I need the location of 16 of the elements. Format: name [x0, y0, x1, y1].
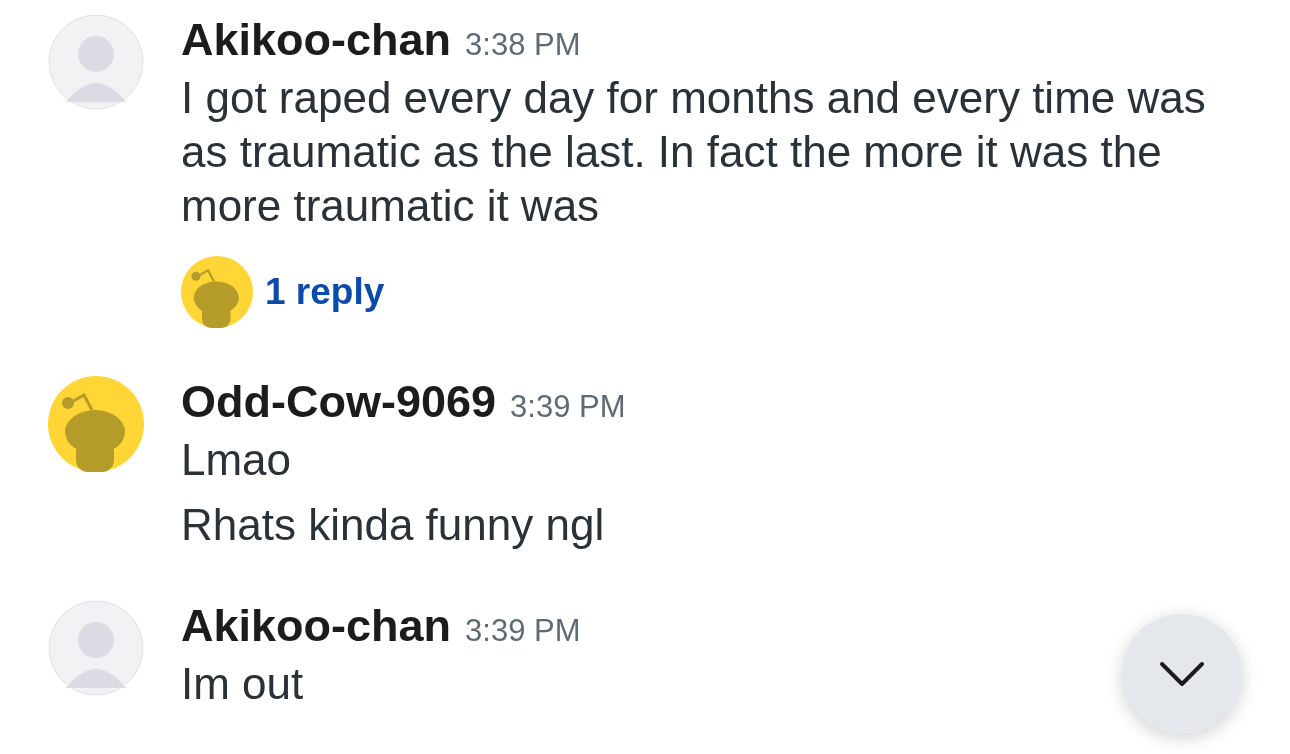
username[interactable]: Odd-Cow-9069: [181, 376, 497, 428]
timestamp: 3:39 PM: [510, 388, 626, 426]
chevron-down-icon: [1158, 659, 1206, 689]
message-text: I got raped every day for months and every time was as traumatic as the last. In fact the more it was the more traumatic it was: [181, 72, 1207, 232]
timestamp: 3:39 PM: [465, 612, 581, 650]
robot-avatar-icon: [181, 256, 253, 328]
message-text: Rhats kinda funny ngl: [181, 499, 605, 551]
robot-avatar-icon: [48, 376, 144, 472]
avatar-icon: [48, 600, 144, 696]
username[interactable]: Akikoo-chan: [181, 600, 452, 652]
message-text: Lmao: [181, 434, 292, 486]
timestamp: 3:38 PM: [465, 26, 581, 64]
replies-link[interactable]: 1 reply: [265, 271, 385, 313]
username[interactable]: Akikoo-chan: [181, 14, 452, 66]
avatar-icon: [48, 14, 144, 110]
message-text: Im out: [181, 658, 304, 710]
